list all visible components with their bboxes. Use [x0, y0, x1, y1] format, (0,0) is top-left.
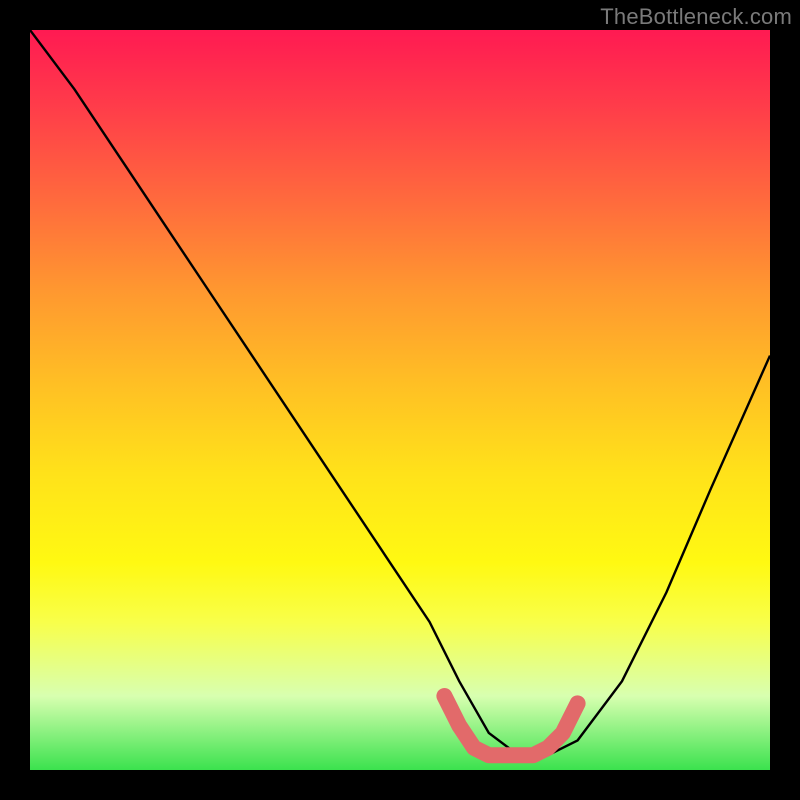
- bottleneck-curve: [30, 30, 770, 755]
- chart-svg: [30, 30, 770, 770]
- watermark-label: TheBottleneck.com: [600, 4, 792, 30]
- optimal-band: [444, 696, 577, 755]
- chart-plot-area: [30, 30, 770, 770]
- chart-frame: TheBottleneck.com: [0, 0, 800, 800]
